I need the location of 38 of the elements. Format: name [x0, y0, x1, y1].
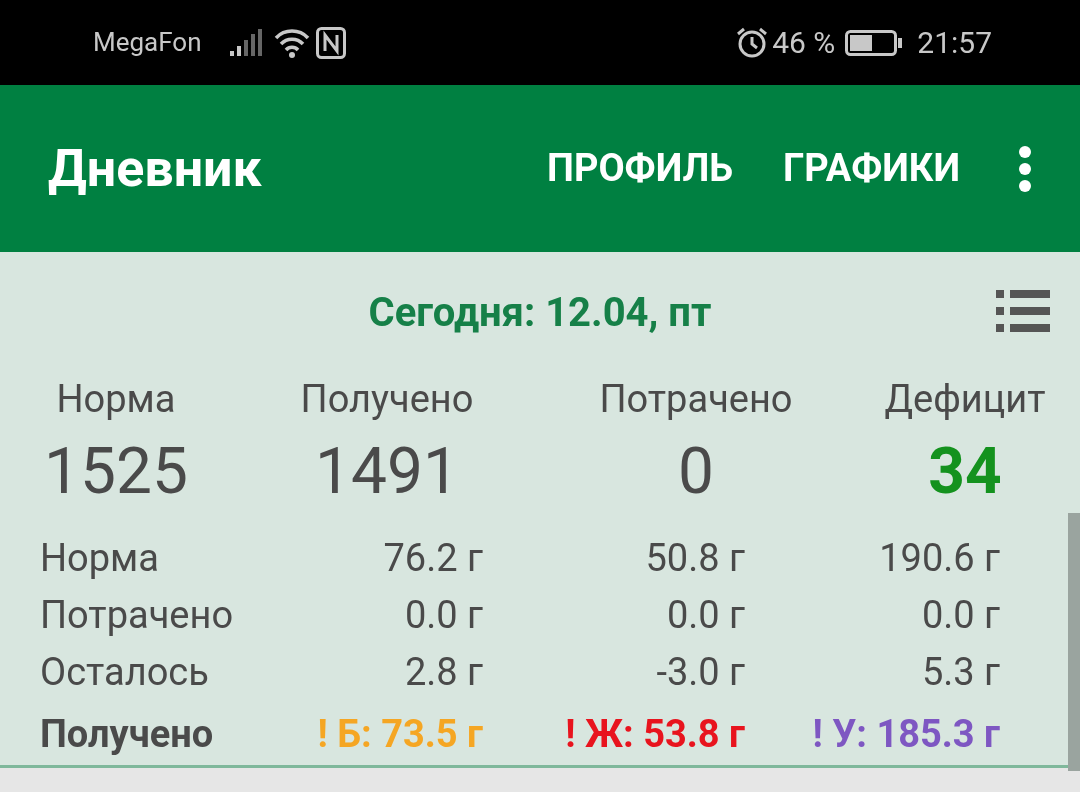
list-icon[interactable] [996, 290, 1050, 332]
clock-time: 21:57 [917, 24, 992, 62]
summary-label: Дефицит [884, 376, 1046, 423]
more-icon[interactable] [1018, 144, 1032, 193]
macro-total: ! У: 185.3 г [811, 711, 1000, 758]
summary-value: 1491 [315, 433, 459, 511]
carrier-name: MegaFon [93, 26, 202, 59]
summary-label: Норма [56, 376, 176, 423]
macro-value: 0.0 г [403, 592, 483, 639]
row-label: Потрачено [40, 592, 235, 639]
battery-percent: 46 % [772, 24, 836, 62]
summary-label: Потрачено [599, 376, 793, 423]
action-button[interactable]: ГРАФИКИ [783, 140, 960, 197]
action-button[interactable]: ПРОФИЛЬ [547, 140, 734, 197]
row-label: Осталось [40, 649, 210, 696]
macro-value: 0.0 г [665, 592, 745, 639]
alarm-icon [736, 26, 769, 59]
macro-total: ! Б: 73.5 г [316, 711, 483, 758]
macro-value: 0.0 г [920, 592, 1000, 639]
macro-value: 50.8 г [644, 535, 745, 582]
macro-value: 76.2 г [382, 535, 483, 582]
wifi-icon [273, 27, 310, 58]
macro-value: -3.0 г [655, 649, 745, 696]
macro-value: 190.6 г [878, 535, 1000, 582]
nfc-icon [315, 26, 346, 59]
summary-value: 1525 [44, 433, 188, 511]
summary-value: 34 [928, 433, 1002, 511]
macro-value: 2.8 г [403, 649, 483, 696]
summary-value: 0 [678, 433, 714, 511]
app-title: Дневник [48, 136, 263, 201]
macro-value: 5.3 г [920, 649, 1000, 696]
summary-label: Получено [300, 376, 474, 423]
row-label: Норма [40, 535, 160, 582]
date-header[interactable]: Сегодня: 12.04, пт [368, 283, 712, 343]
signal-icon [229, 28, 262, 57]
row-label: Получено [40, 711, 215, 758]
battery-icon [845, 29, 904, 56]
macro-total: ! Ж: 53.8 г [564, 711, 745, 758]
